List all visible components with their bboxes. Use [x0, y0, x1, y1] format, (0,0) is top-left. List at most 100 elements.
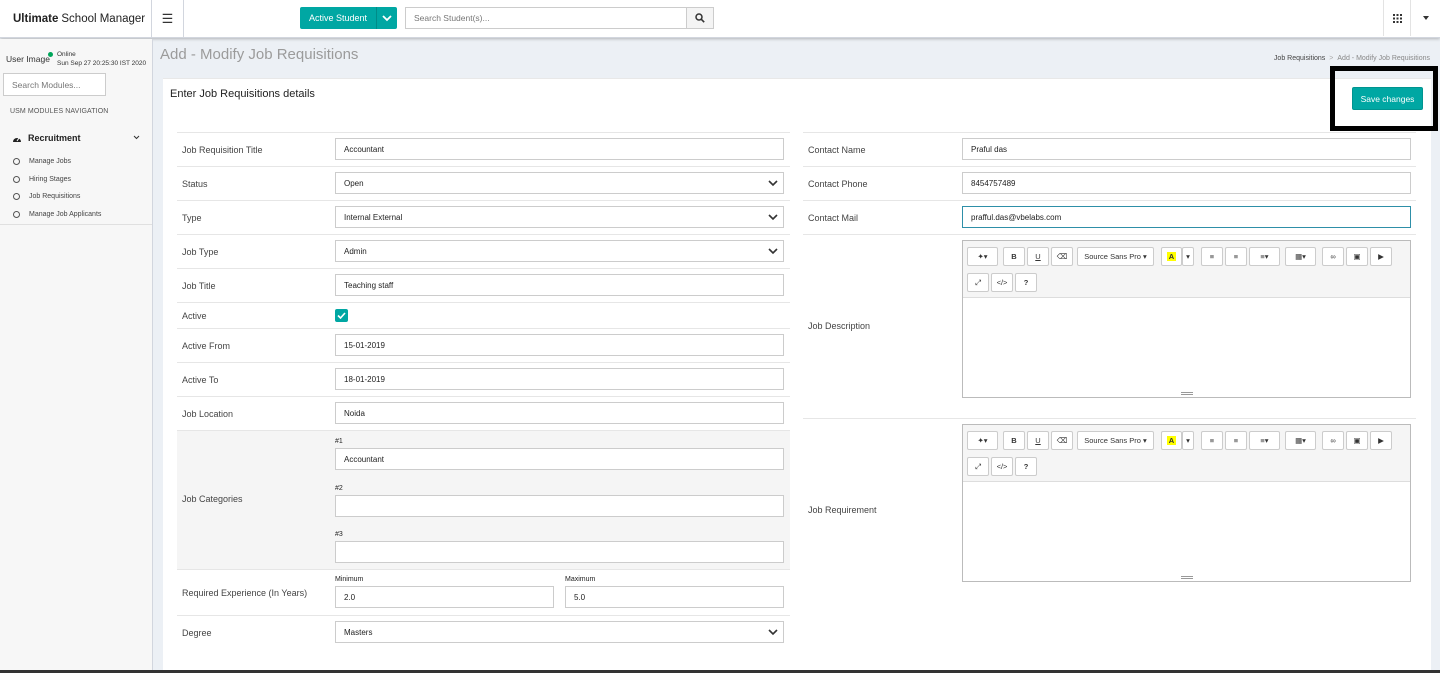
job-category-input-3[interactable] [335, 541, 784, 563]
underline-button[interactable]: U [1027, 431, 1049, 450]
editor-toolbar: ✦▾ B U ⌫ Source Sans Pro ▾ A ▾ ≡ ≡ ≡▾ ▦▾… [963, 425, 1410, 482]
video-icon: ▶ [1378, 252, 1384, 261]
user-menu-dropdown[interactable] [1410, 0, 1440, 36]
code-icon: </> [996, 462, 1008, 471]
code-icon: </> [996, 278, 1008, 287]
font-name-dropdown[interactable]: Source Sans Pro ▾ [1077, 247, 1154, 266]
sidebar-item-job-requisitions[interactable]: Job Requisitions [0, 188, 152, 206]
form-row: Job Requisition Title Accountant [177, 132, 790, 166]
help-button[interactable]: ? [1015, 457, 1037, 476]
save-button[interactable]: Save changes [1352, 87, 1423, 110]
help-button[interactable]: ? [1015, 273, 1037, 292]
font-name-dropdown[interactable]: Source Sans Pro ▾ [1077, 431, 1154, 450]
job-location-input[interactable]: Noida [335, 402, 784, 424]
sidebar-item-manage-jobs[interactable]: Manage Jobs [0, 153, 152, 171]
status-select[interactable]: Open [335, 172, 784, 194]
field-label: Job Requisition Title [182, 145, 263, 155]
nav-header: USM MODULES NAVIGATION [10, 108, 109, 115]
field-label: Active From [182, 341, 231, 351]
ordered-list-button[interactable]: ≡ [1225, 431, 1247, 450]
picture-button[interactable]: ▣ [1346, 431, 1368, 450]
fullscreen-button[interactable]: ⤢ [967, 457, 989, 476]
picture-button[interactable]: ▣ [1346, 247, 1368, 266]
magic-wand-button[interactable]: ✦▾ [967, 431, 998, 450]
resize-grip-icon[interactable] [1180, 576, 1193, 579]
experience-max-input[interactable]: 5.0 [565, 586, 784, 608]
field-label: Contact Name [808, 145, 866, 155]
paragraph-align-button[interactable]: ≡▾ [1249, 247, 1280, 266]
job-category-input-2[interactable] [335, 495, 784, 517]
experience-min-input[interactable]: 2.0 [335, 586, 554, 608]
form-row: Contact Phone 8454757489 [803, 166, 1416, 200]
fullscreen-button[interactable]: ⤢ [967, 273, 989, 292]
table-button[interactable]: ▦▾ [1285, 247, 1316, 266]
editor-toolbar: ✦▾ B U ⌫ Source Sans Pro ▾ A ▾ ≡ ≡ ≡▾ ▦▾… [963, 241, 1410, 298]
sidebar-group-recruitment[interactable]: Recruitment [0, 127, 152, 149]
app-logo[interactable]: Ultimate School Manager [0, 0, 152, 38]
job-title-input[interactable]: Teaching staff [335, 274, 784, 296]
form-row: Job Type Admin [177, 234, 790, 268]
select-value: Masters [344, 627, 373, 637]
contact-name-input[interactable]: Praful das [962, 138, 1411, 160]
magic-wand-button[interactable]: ✦▾ [967, 247, 998, 266]
select-value: Internal External [344, 212, 403, 222]
text-color-button[interactable]: A [1161, 247, 1182, 266]
sidebar-item-manage-job-applicants[interactable]: Manage Job Applicants [0, 206, 152, 224]
form-row: Type Internal External [177, 200, 790, 234]
code-view-button[interactable]: </> [991, 457, 1013, 476]
job-category-input-1[interactable]: Accountant [335, 448, 784, 470]
active-to-date-input[interactable]: 18-01-2019 [335, 368, 784, 390]
ordered-list-button[interactable]: ≡ [1225, 247, 1247, 266]
code-view-button[interactable]: </> [991, 273, 1013, 292]
text-color-button[interactable]: A [1161, 431, 1182, 450]
caret-down-icon [1422, 16, 1429, 20]
chevron-down-icon [768, 214, 778, 221]
job-requisition-title-input[interactable]: Accountant [335, 138, 784, 160]
type-select[interactable]: Internal External [335, 206, 784, 228]
student-search-button[interactable] [686, 7, 714, 29]
field-label: Degree [182, 628, 212, 638]
student-search-input[interactable] [405, 7, 687, 29]
box-title: Enter Job Requisitions details [170, 88, 315, 100]
brand-rest: School Manager [61, 13, 146, 25]
color-dropdown-button[interactable]: ▾ [1182, 247, 1194, 266]
job-description-editor[interactable]: ✦▾ B U ⌫ Source Sans Pro ▾ A ▾ ≡ ≡ ≡▾ ▦▾… [962, 240, 1411, 398]
active-from-date-input[interactable]: 15-01-2019 [335, 334, 784, 356]
link-button[interactable]: ∞ [1322, 431, 1344, 450]
breadcrumb-link[interactable]: Job Requisitions [1274, 55, 1325, 62]
bold-button[interactable]: B [1003, 431, 1025, 450]
contact-mail-input[interactable]: prafful.das@vbelabs.com [962, 206, 1411, 228]
video-button[interactable]: ▶ [1370, 247, 1392, 266]
unordered-list-button[interactable]: ≡ [1201, 431, 1223, 450]
degree-select[interactable]: Masters [335, 621, 784, 643]
field-label: Job Description [808, 321, 871, 331]
table-button[interactable]: ▦▾ [1285, 431, 1316, 450]
magic-wand-icon: ✦▾ [977, 436, 988, 445]
sidebar-toggle-button[interactable]: ☰ [152, 0, 184, 38]
link-button[interactable]: ∞ [1322, 247, 1344, 266]
fullscreen-icon: ⤢ [975, 277, 981, 287]
field-label: Job Categories [182, 494, 243, 504]
sidebar-item-hiring-stages[interactable]: Hiring Stages [0, 171, 152, 189]
chevron-down-icon[interactable] [377, 7, 398, 29]
breadcrumb: Job Requisitions > Add - Modify Job Requis… [1274, 55, 1430, 62]
picture-icon: ▣ [1353, 252, 1361, 261]
contact-phone-input[interactable]: 8454757489 [962, 172, 1411, 194]
video-button[interactable]: ▶ [1370, 431, 1392, 450]
eraser-button[interactable]: ⌫ [1051, 247, 1073, 266]
module-search-input[interactable] [3, 73, 106, 96]
bold-button[interactable]: B [1003, 247, 1025, 266]
apps-grid-button[interactable] [1383, 0, 1410, 36]
student-filter-dropdown[interactable]: Active Student [300, 7, 398, 29]
paragraph-align-button[interactable]: ≡▾ [1249, 431, 1280, 450]
eraser-button[interactable]: ⌫ [1051, 431, 1073, 450]
color-dropdown-button[interactable]: ▾ [1182, 431, 1194, 450]
field-label: Job Title [182, 281, 216, 291]
active-checkbox[interactable] [335, 309, 348, 322]
job-type-select[interactable]: Admin [335, 240, 784, 262]
job-requirement-editor[interactable]: ✦▾ B U ⌫ Source Sans Pro ▾ A ▾ ≡ ≡ ≡▾ ▦▾… [962, 424, 1411, 582]
unordered-list-button[interactable]: ≡ [1201, 247, 1223, 266]
align-icon: ≡▾ [1260, 252, 1269, 261]
underline-button[interactable]: U [1027, 247, 1049, 266]
resize-grip-icon[interactable] [1180, 392, 1193, 395]
